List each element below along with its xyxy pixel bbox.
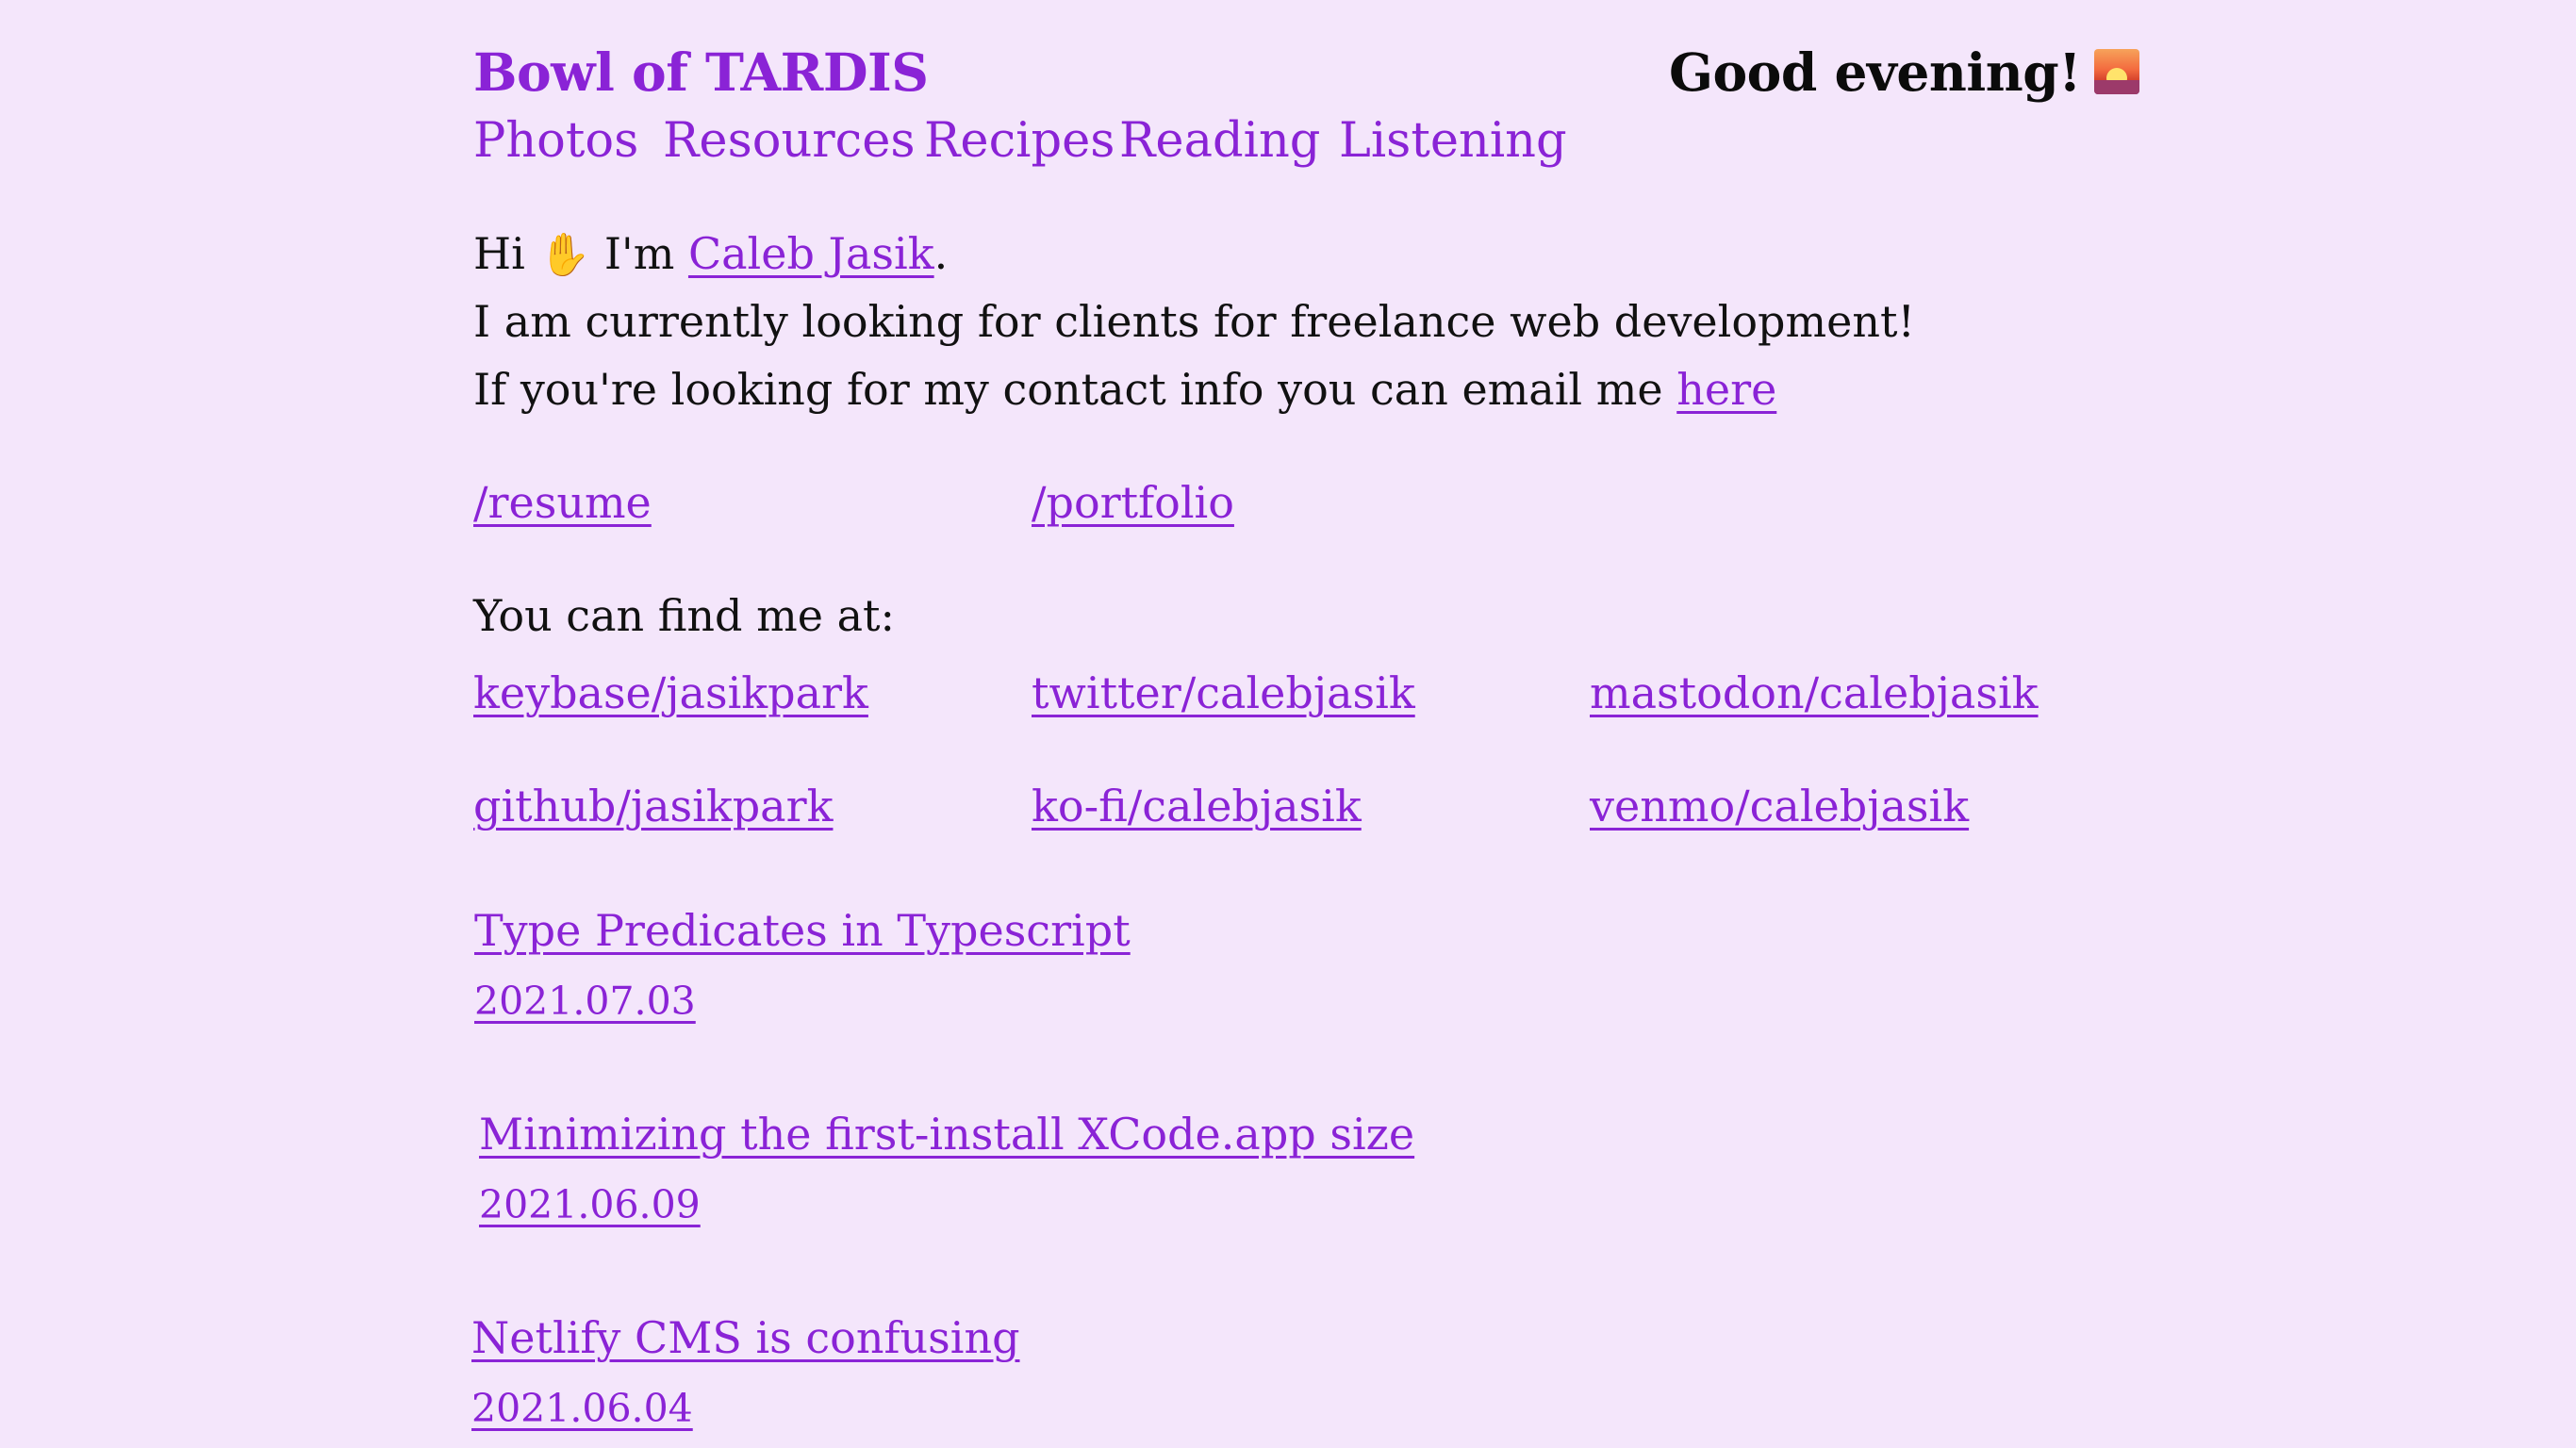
page: Bowl of TARDIS Good evening! Photos Reso… [0,0,2576,1448]
intro-line-3-text: If you're looking for my contact info yo… [473,364,1663,415]
nav-item-reading[interactable]: Reading [1119,113,1320,169]
social-link-venmo[interactable]: venmo/calebjasik [1590,781,1969,831]
intro-line-2: I am currently looking for clients for f… [473,296,1915,347]
nav-item-photos[interactable]: Photos [473,113,638,169]
post-date-link[interactable]: 2021.07.03 [474,979,696,1024]
intro-period: . [933,228,949,279]
intro-hi: Hi [473,228,525,279]
greeting-text: Good evening! [1669,41,2081,103]
post-title-link[interactable]: Minimizing the first-install XCode.app s… [479,1109,1414,1160]
social-link-kofi[interactable]: ko-fi/calebjasik [1032,781,1362,831]
greeting: Good evening! [1669,41,2139,103]
post-title-link[interactable]: Type Predicates in Typescript [474,905,1131,956]
resume-link[interactable]: /resume [473,477,652,528]
post-date-link[interactable]: 2021.06.09 [479,1182,701,1227]
post-date-link[interactable]: 2021.06.04 [471,1386,693,1431]
nav-item-resources[interactable]: Resources [663,113,916,169]
intro-line-3: If you're looking for my contact info yo… [473,364,1776,415]
portfolio-link[interactable]: /portfolio [1032,477,1234,528]
nav-item-listening[interactable]: Listening [1339,113,1567,169]
social-link-keybase[interactable]: keybase/jasikpark [473,667,868,718]
site-title-link[interactable]: Bowl of TARDIS [473,41,929,103]
intro-im: I'm [603,228,675,279]
email-here-link[interactable]: here [1676,364,1776,415]
nav-item-recipes[interactable]: Recipes [924,113,1115,169]
name-link[interactable]: Caleb Jasik [688,228,934,279]
waving-hand-icon: ✋ [538,231,591,279]
intro-line-1: Hi ✋ I'm Caleb Jasik. [473,228,948,279]
find-me-heading: You can find me at: [473,590,895,641]
social-link-github[interactable]: github/jasikpark [473,781,833,831]
post-title-link[interactable]: Netlify CMS is confusing [471,1312,1020,1363]
sunset-icon [2093,49,2139,94]
social-link-mastodon[interactable]: mastodon/calebjasik [1590,667,2039,718]
social-link-twitter[interactable]: twitter/calebjasik [1032,667,1415,718]
